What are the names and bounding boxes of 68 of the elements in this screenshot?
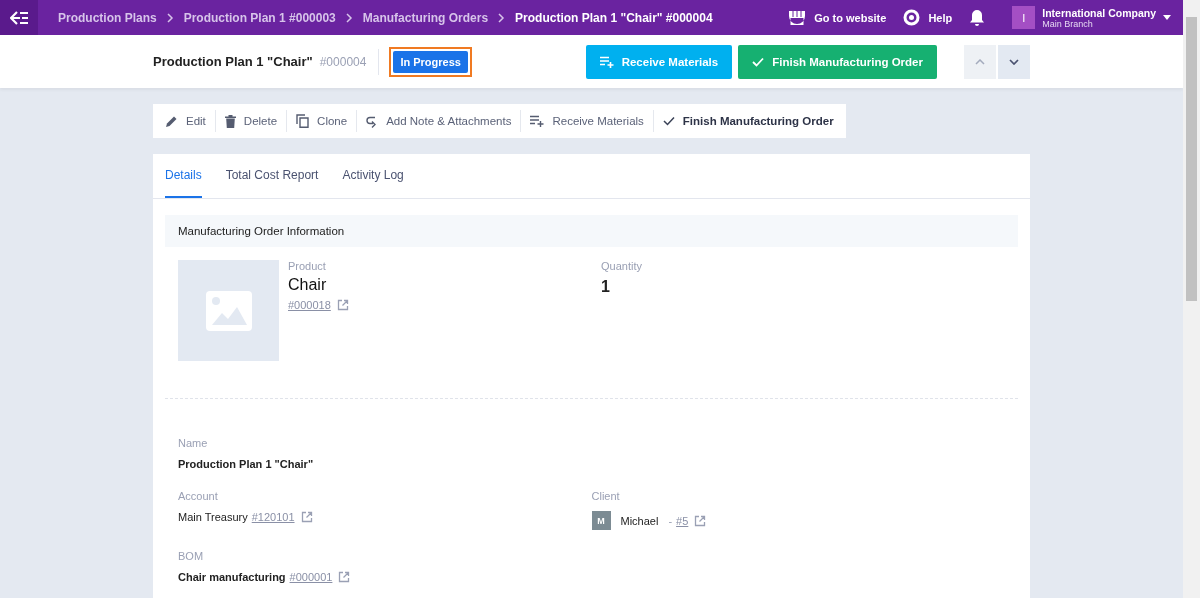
previous-button[interactable] [964, 44, 996, 79]
field-label: Client [591, 490, 621, 502]
product-name: Chair [288, 276, 328, 294]
scrollbar[interactable] [1183, 0, 1200, 598]
external-link-icon[interactable] [694, 514, 707, 527]
link-icon [366, 114, 379, 128]
external-link-icon[interactable] [300, 511, 313, 523]
lifebuoy-icon [903, 9, 921, 26]
external-link-icon[interactable] [336, 299, 349, 311]
chevron-up-icon [975, 58, 985, 65]
toolbar-button[interactable]: Edit [156, 104, 215, 138]
chevron-right-icon [166, 12, 174, 23]
separator-dash: - [668, 514, 673, 527]
chevron-right-icon [345, 12, 353, 23]
field-label: Account [178, 490, 219, 502]
page-title: Production Plan 1 "Chair" [153, 54, 313, 69]
order-number: #000004 [319, 54, 367, 69]
client-avatar: M [591, 511, 611, 530]
check-icon [662, 116, 675, 126]
breadcrumb-link[interactable]: Production Plans [58, 10, 157, 25]
toolbar-button[interactable]: Delete [215, 104, 287, 138]
account-menu[interactable]: I International Company Main Branch [1012, 6, 1171, 29]
toolbar-button[interactable]: Receive Materials [521, 104, 653, 138]
tab[interactable]: Details [165, 154, 202, 198]
breadcrumb-link[interactable]: Manufacturing Orders [362, 10, 489, 25]
breadcrumb-link[interactable]: Production Plan 1 "Chair" #000004 [515, 10, 713, 25]
help-link[interactable]: Help [903, 9, 953, 26]
store-icon [788, 9, 807, 26]
tab[interactable]: Activity Log [342, 154, 404, 198]
company-avatar: I [1012, 6, 1036, 29]
toolbar-button[interactable]: Add Note & Attachments [357, 104, 521, 138]
check-icon [752, 56, 765, 67]
toolbar-button[interactable]: Finish Manufacturing Order [653, 104, 843, 138]
back-menu-button[interactable] [0, 0, 38, 35]
client-link[interactable]: #5 [676, 514, 689, 527]
field-label: Quantity [601, 260, 642, 272]
quantity-value: 1 [601, 278, 611, 296]
image-icon [205, 290, 252, 331]
next-button[interactable] [998, 44, 1030, 79]
trash-icon [224, 114, 236, 128]
field-label: Name [178, 437, 209, 449]
copy-icon [296, 114, 310, 128]
toolbar-button[interactable]: Clone [287, 104, 357, 138]
external-link-icon[interactable] [338, 571, 351, 583]
list-plus-icon [530, 115, 545, 127]
pencil-icon [165, 114, 178, 128]
field-value: Main Treasury [178, 511, 248, 523]
company-name: International Company [1042, 6, 1156, 19]
breadcrumb-link[interactable]: Production Plan 1 #000003 [183, 10, 336, 25]
go-to-website-link[interactable]: Go to website [788, 9, 887, 26]
bom-link[interactable]: #000001 [289, 571, 333, 583]
tab[interactable]: Total Cost Report [225, 154, 319, 198]
field-value: Chair manufacturing [178, 571, 286, 583]
field-label: Product [288, 260, 327, 272]
field-value: Production Plan 1 "Chair" [178, 458, 314, 470]
chevron-down-icon [1009, 58, 1019, 65]
product-code-link[interactable]: #000018 [288, 299, 331, 311]
field-label: BOM [178, 550, 205, 562]
field-value: Michael [620, 514, 659, 527]
notification-bell-icon[interactable] [969, 8, 986, 27]
account-link[interactable]: #120101 [251, 511, 295, 523]
caret-icon [1163, 15, 1171, 20]
back-menu-icon [10, 10, 28, 25]
status-badge: In Progress [393, 50, 468, 73]
list-plus-icon [599, 55, 614, 68]
branch-name: Main Branch [1042, 18, 1094, 29]
section-title: Manufacturing Order Information [178, 225, 345, 237]
chevron-right-icon [498, 12, 506, 23]
